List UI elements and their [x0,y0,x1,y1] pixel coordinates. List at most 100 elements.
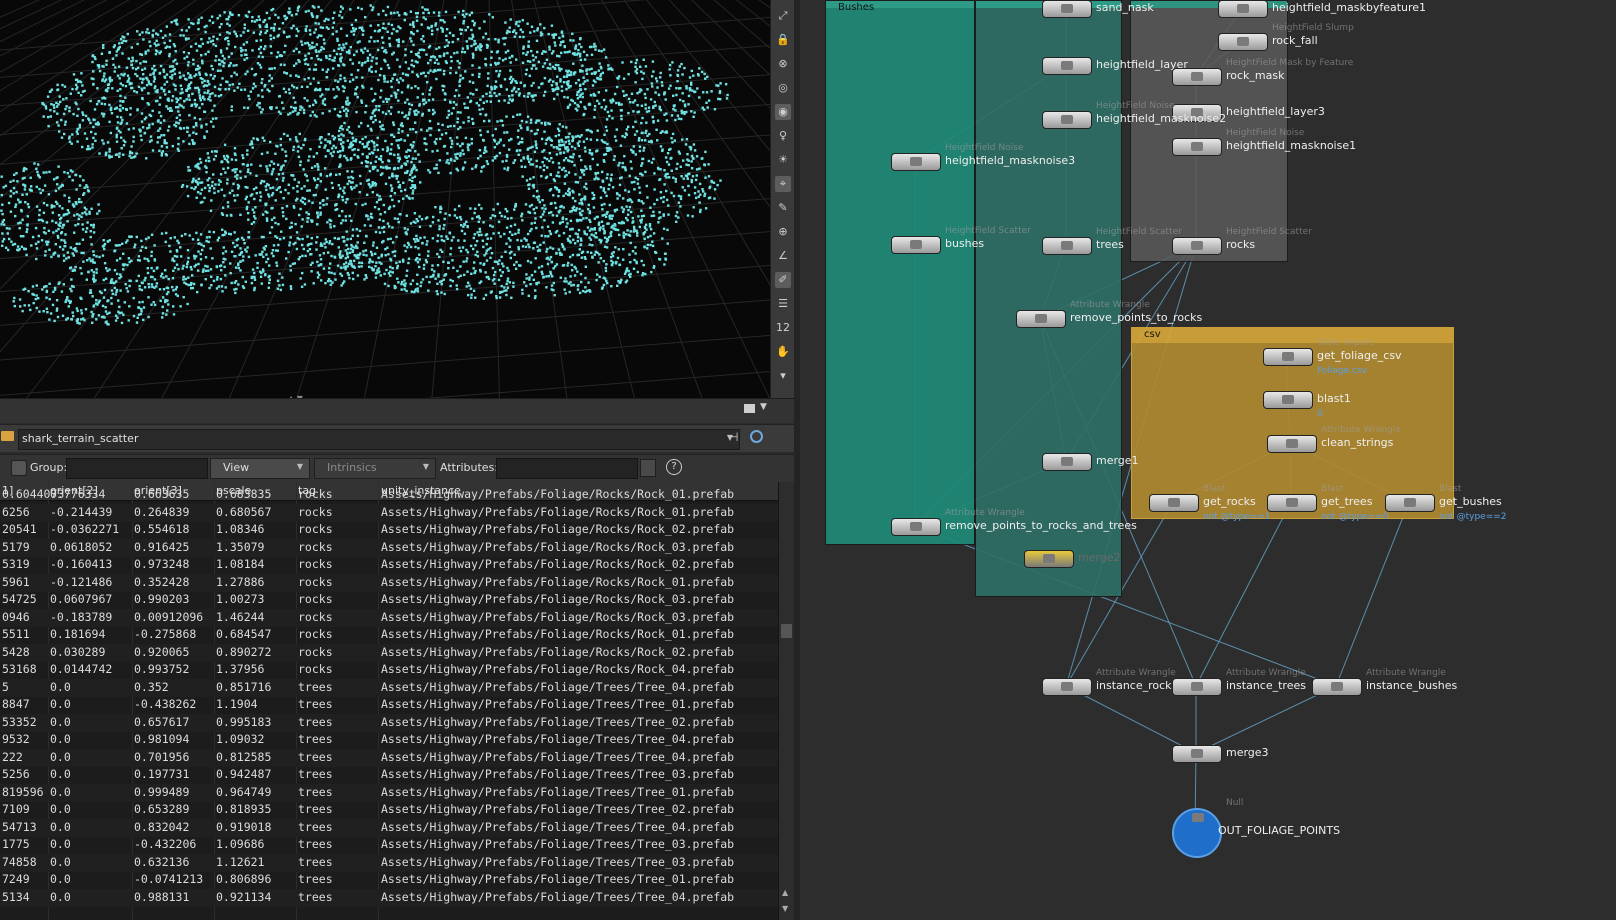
table-row[interactable]: 53352 0.0 0.657617 0.995183 trees Assets/High… [0,713,778,732]
table-row[interactable]: 6256 -0.214439 0.264839 0.680567 rocks Assets… [0,503,778,522]
node-name[interactable]: instance_trees [1226,679,1306,692]
scrollbar-grip[interactable] [781,624,792,638]
table-row[interactable]: 5134 0.0 0.988131 0.921134 trees Assets/Highw… [0,888,778,907]
table-row[interactable]: 5961 -0.121486 0.352428 1.27886 rocks Assets/… [0,573,778,592]
node-icon[interactable] [1172,68,1222,86]
table-row[interactable]: 54725 0.0607967 0.990203 1.00273 rocks Assets… [0,591,778,609]
node-name[interactable]: instance_bushes [1366,679,1457,692]
node-icon[interactable] [1312,678,1362,696]
node-icon[interactable] [1042,57,1092,75]
table-row[interactable]: 0.6044073 0.776334 0.663635 0.683835 rocks As… [0,486,778,504]
node-icon[interactable] [1024,550,1074,568]
scene-viewport[interactable] [0,0,770,398]
down-icon[interactable]: ▾ [775,368,791,384]
snap-icon[interactable]: ⊗ [775,56,791,72]
scroll-up-icon[interactable]: ▲ [782,888,788,897]
node-wire[interactable] [1195,501,1292,687]
node-name[interactable]: remove_points_to_rocks [1070,311,1202,324]
table-row[interactable]: 7109 0.0 0.653289 0.818935 trees Assets/Highw… [0,801,778,819]
network-box-title[interactable]: Bushes [826,1,974,13]
table-row[interactable]: 5256 0.0 0.197731 0.942487 trees Assets/Highw… [0,766,778,784]
table-row[interactable]: 222 0.0 0.701956 0.812585 trees Assets/Highwa… [0,748,778,767]
node-icon[interactable] [1042,237,1092,255]
node-network-editor[interactable]: Bushes csv sand_nask heightfield_maskbyfea… [800,0,1616,920]
node-icon[interactable] [891,518,941,536]
group-input[interactable] [66,458,208,479]
node-icon[interactable] [891,153,941,171]
scroll-down-icon[interactable]: ▼ [782,904,788,913]
table-row[interactable]: 5319 -0.160413 0.973248 1.08184 rocks Assets/… [0,556,778,574]
network-box-bushes[interactable]: Bushes [825,0,975,545]
node-icon[interactable] [1267,494,1317,512]
lock-icon[interactable]: 🔒 [775,32,791,48]
node-name[interactable]: merge2 [1078,551,1121,564]
node-icon[interactable] [1218,0,1268,18]
table-row[interactable]: 819596 0.0 0.999489 0.964749 trees Assets/Hig… [0,783,778,802]
attributes-input[interactable] [496,458,638,479]
node-icon[interactable] [1042,0,1092,18]
node-wire[interactable] [1195,685,1337,754]
camera-icon[interactable]: ♀ [775,128,791,144]
vertical-scrollbar[interactable]: ▼ ▲ [778,482,795,920]
handle-icon[interactable]: ✎ [775,200,791,216]
node-name[interactable]: sand_nask [1096,1,1154,14]
node-icon[interactable] [1149,494,1199,512]
node-name[interactable]: heightfield_masknoise2 [1096,112,1226,125]
node-icon[interactable] [1267,435,1317,453]
table-row[interactable]: 9532 0.0 0.981094 1.09032 trees Assets/Highwa… [0,731,778,749]
node-wire[interactable] [1065,685,1197,754]
node-name[interactable]: get_rocks [1203,495,1256,508]
node-name[interactable]: blast1 [1317,392,1351,405]
node-icon[interactable] [1042,111,1092,129]
view-dropdown[interactable]: View ▼ [210,458,310,479]
node-icon[interactable] [1016,310,1066,328]
intrinsics-dropdown[interactable]: Intrinsics ▼ [314,458,436,479]
pane-menu-icon[interactable] [744,404,755,413]
table-row[interactable]: 74858 0.0 0.632136 1.12621 trees Assets/Highw… [0,853,778,872]
help-icon[interactable]: ? [666,459,682,475]
magnet-icon[interactable]: ⊕ [775,224,791,240]
node-name[interactable]: rock_fall [1272,34,1318,47]
attributes-menu-icon[interactable] [640,459,656,477]
node-icon[interactable] [1042,453,1092,471]
node-icon[interactable] [1385,494,1435,512]
node-name[interactable]: rocks [1226,238,1255,251]
attribute-spreadsheet[interactable]: 1] orient[2] orient[3] pscale tag unity_insta… [0,482,778,920]
geometry-type-icon[interactable] [11,460,27,476]
table-row[interactable]: 5511 0.181694 -0.275868 0.684547 rocks Assets… [0,626,778,644]
display-icon[interactable]: ◎ [775,80,791,96]
node-name[interactable]: instance_rocks [1096,679,1177,692]
node-name[interactable]: merge3 [1226,746,1269,759]
network-box-title[interactable]: csv [1132,328,1453,343]
node-icon[interactable] [1172,678,1222,696]
node-name[interactable]: heightfield_maskbyfeature1 [1272,1,1426,14]
paint-icon[interactable]: ☀ [775,152,791,168]
node-icon[interactable] [1218,33,1268,51]
node-name[interactable]: heightfield_layer3 [1226,105,1325,118]
node-name[interactable]: heightfield_masknoise1 [1226,139,1356,152]
light-icon[interactable]: ◉ [775,104,791,120]
node-name[interactable]: get_trees [1321,495,1372,508]
node-name[interactable]: heightfield_masknoise3 [945,154,1075,167]
node-icon[interactable] [1172,138,1222,156]
node-name[interactable]: get_bushes [1439,495,1502,508]
table-row[interactable]: 0946 -0.183789 0.00912096 1.46244 rocks Asset… [0,608,778,627]
pin-icon[interactable]: ⊣ [728,430,738,444]
table-row[interactable]: 53168 0.0144742 0.993752 1.37956 rocks Assets… [0,661,778,679]
table-row[interactable]: 5428 0.030289 0.920065 0.890272 rocks Assets/… [0,643,778,662]
node-icon[interactable] [1042,678,1092,696]
table-row[interactable]: 5 0.0 0.352 0.851716 trees Assets/Highway/Pre… [0,678,778,697]
pane-dropdown-icon[interactable]: ▼ [760,402,767,412]
node-icon[interactable] [1172,808,1222,858]
node-name[interactable]: OUT_FOLIAGE_POINTS [1218,824,1340,837]
node-name[interactable]: trees [1096,238,1124,251]
eraser-icon[interactable]: ✋ [775,344,791,360]
node-icon[interactable] [891,236,941,254]
table-row[interactable]: 54713 0.0 0.832042 0.919018 trees Assets/High… [0,818,778,837]
node-name[interactable]: bushes [945,237,984,250]
node-icon[interactable] [1263,348,1313,366]
number-icon[interactable]: 12 [775,320,791,336]
table-row[interactable]: 8847 0.0 -0.438262 1.1904 trees Assets/Highwa… [0,696,778,714]
ruler-icon[interactable]: ☰ [775,296,791,312]
table-row[interactable]: 1775 0.0 -0.432206 1.09686 trees Assets/Highw… [0,836,778,854]
